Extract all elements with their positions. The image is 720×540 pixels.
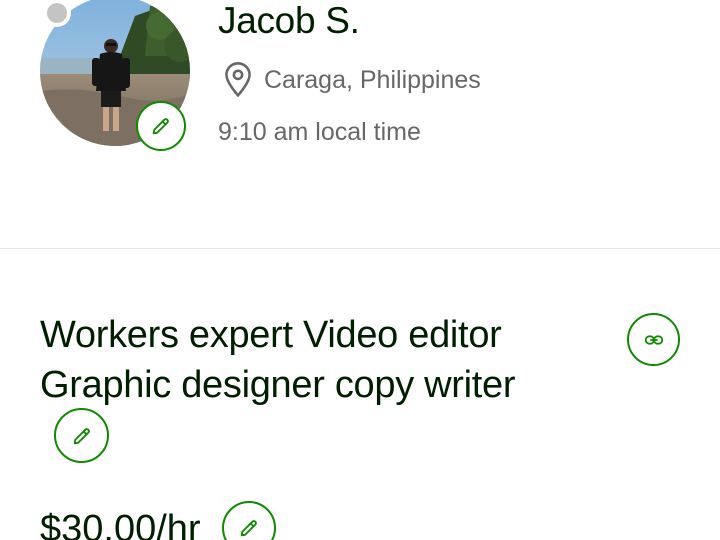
edit-rate-button[interactable]	[222, 501, 276, 540]
pencil-icon	[73, 427, 90, 444]
map-pin-icon	[225, 62, 251, 98]
profile-title: Workers expert Video editor Graphic desi…	[40, 314, 516, 406]
avatar-container	[40, 0, 190, 151]
local-time: 9:10 am local time	[218, 118, 421, 146]
online-status-dot	[43, 0, 71, 27]
profile-name: Jacob S.	[218, 0, 360, 41]
location-row: Caraga, Philippines	[222, 60, 481, 100]
copy-link-button[interactable]	[627, 313, 680, 366]
location-text: Caraga, Philippines	[264, 65, 481, 94]
section-divider	[0, 248, 720, 249]
hourly-rate: $30.00/hr	[40, 508, 201, 540]
pencil-icon	[240, 520, 257, 537]
profile-page: Jacob S. Caraga, Philippines 9:10 am loc…	[0, 0, 720, 540]
edit-photo-button[interactable]	[136, 101, 186, 151]
pencil-icon	[152, 118, 169, 135]
edit-title-button[interactable]	[54, 408, 109, 463]
link-icon	[644, 334, 663, 345]
